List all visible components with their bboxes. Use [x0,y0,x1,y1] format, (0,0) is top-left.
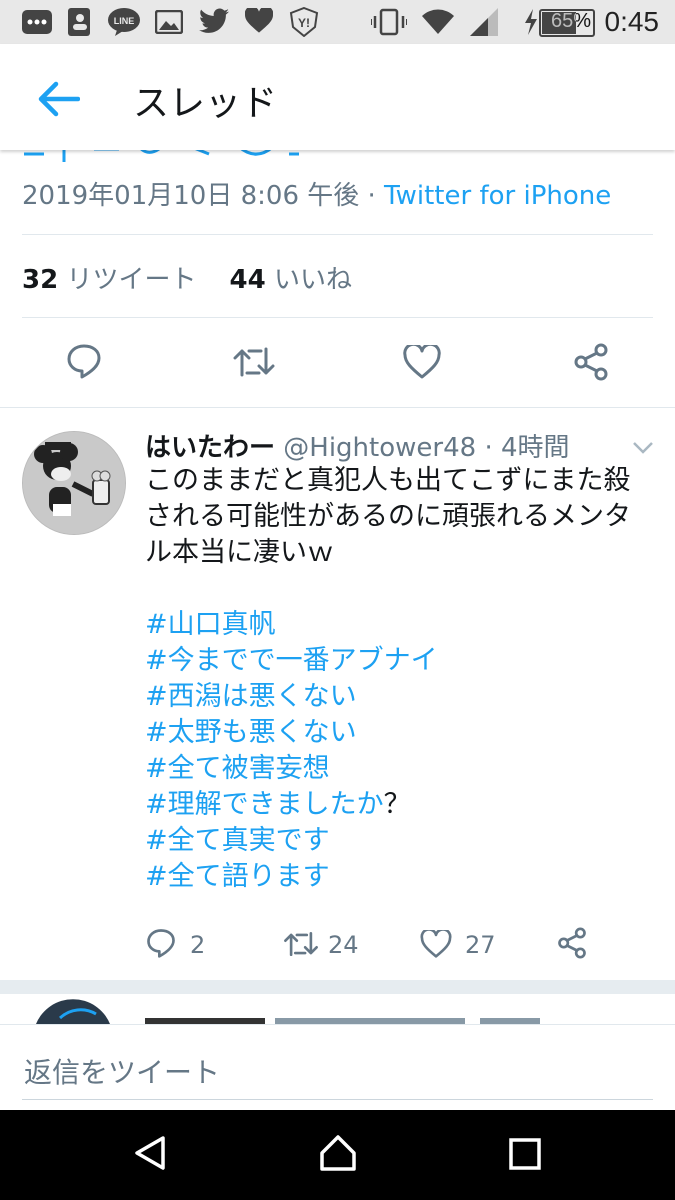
recents-icon[interactable] [508,1137,542,1175]
reply-count: 2 [190,931,206,959]
section-separator [0,980,675,994]
home-icon[interactable] [318,1133,358,1177]
reply-composer[interactable]: 返信をツイート [0,1024,675,1111]
svg-text:Y!: Y! [298,16,310,30]
likes-stat[interactable]: 44 いいね [230,265,352,295]
question-mark: ？ [383,789,411,820]
tweet-time: · 4時間 [476,433,570,463]
hashtag-link[interactable]: #理解できましたか [145,789,384,820]
hashtag-link[interactable]: #全て真実です [145,823,655,859]
hashtag-link[interactable]: #山口真帆 [145,607,655,643]
like-icon[interactable] [420,928,452,962]
tweet-stats: 32 リツイート 44 いいね [22,259,352,296]
retweet-count: 24 [328,931,359,959]
reply-icon[interactable] [146,928,176,962]
display-name[interactable]: はいたわー [145,433,275,463]
reply-icon[interactable] [66,343,102,383]
reply-tweet-text: このままだと真犯人も出てこずにまた殺 される可能性があるのに頑張れるメンタ ル本… [145,463,655,895]
back-triangle-icon[interactable] [133,1135,167,1175]
tweet-text-line: ル本当に凄いｗ [145,537,334,568]
signal-icon [470,8,498,40]
share-icon[interactable] [573,343,609,385]
heart-icon [244,6,274,38]
divider [22,317,653,318]
wifi-icon [421,8,455,40]
retweet-count: 32 [22,265,59,295]
tweet-text-line: このままだと真犯人も出てこずにまた殺 [145,465,631,496]
retweet-icon[interactable] [233,345,275,383]
like-icon[interactable] [403,342,441,383]
vibrate-icon [370,8,408,40]
retweets-stat[interactable]: 32 リツイート [22,265,196,295]
user-handle: @Hightower48 [283,433,477,463]
share-icon[interactable] [557,927,587,963]
tweet-source-link[interactable]: Twitter for iPhone [384,181,611,211]
like-label: いいね [265,265,352,295]
reply-input-placeholder[interactable]: 返信をツイート [24,1051,220,1091]
hashtag-link[interactable]: #全て語ります [145,859,655,895]
reply-tweet-header: はいたわー @Hightower48 · 4時間 [145,427,570,464]
chevron-down-icon[interactable] [632,440,654,459]
retweet-icon[interactable] [283,930,319,962]
tweet-timestamp: 2019年01月10日 8:06 午後 · Twitter for iPhone [22,175,611,212]
like-count: 44 [229,265,266,295]
divider [0,407,675,408]
input-underline [22,1099,653,1100]
status-time: 0:45 [604,6,660,37]
twitter-icon [199,8,229,38]
tweet-text-line: される可能性があるのに頑張れるメンタ [145,501,631,532]
android-nav-bar [0,1110,675,1200]
page-title: スレッド [133,83,278,124]
charging-icon [524,9,538,39]
next-tweet-peek [0,994,675,1024]
hashtag-link[interactable]: #今までで一番アブナイ [145,643,655,679]
divider [22,234,653,235]
avatar[interactable] [22,431,126,535]
yahoo-icon: Y! [289,6,319,41]
svg-text:LINE: LINE [114,16,135,26]
retweet-label: リツイート [58,265,197,295]
app-bar: スレッド [0,44,675,150]
line-app-icon: LINE [107,8,141,40]
tweet-date: 2019年01月10日 8:06 午後 · [22,181,385,211]
hashtag-link[interactable]: #太野も悪くない [145,715,655,751]
battery-percent: 65% [551,10,592,32]
status-bar: LINE Y! 65% 0:45 [0,0,675,44]
hashtag-link[interactable]: #西潟は悪くない [145,679,655,715]
contacts-icon [66,8,92,40]
hashtag-link[interactable]: #全て被害妄想 [145,751,655,787]
back-arrow-icon[interactable] [36,80,81,122]
dots-icon [22,10,52,38]
like-count: 27 [465,931,496,959]
image-icon [154,9,184,38]
